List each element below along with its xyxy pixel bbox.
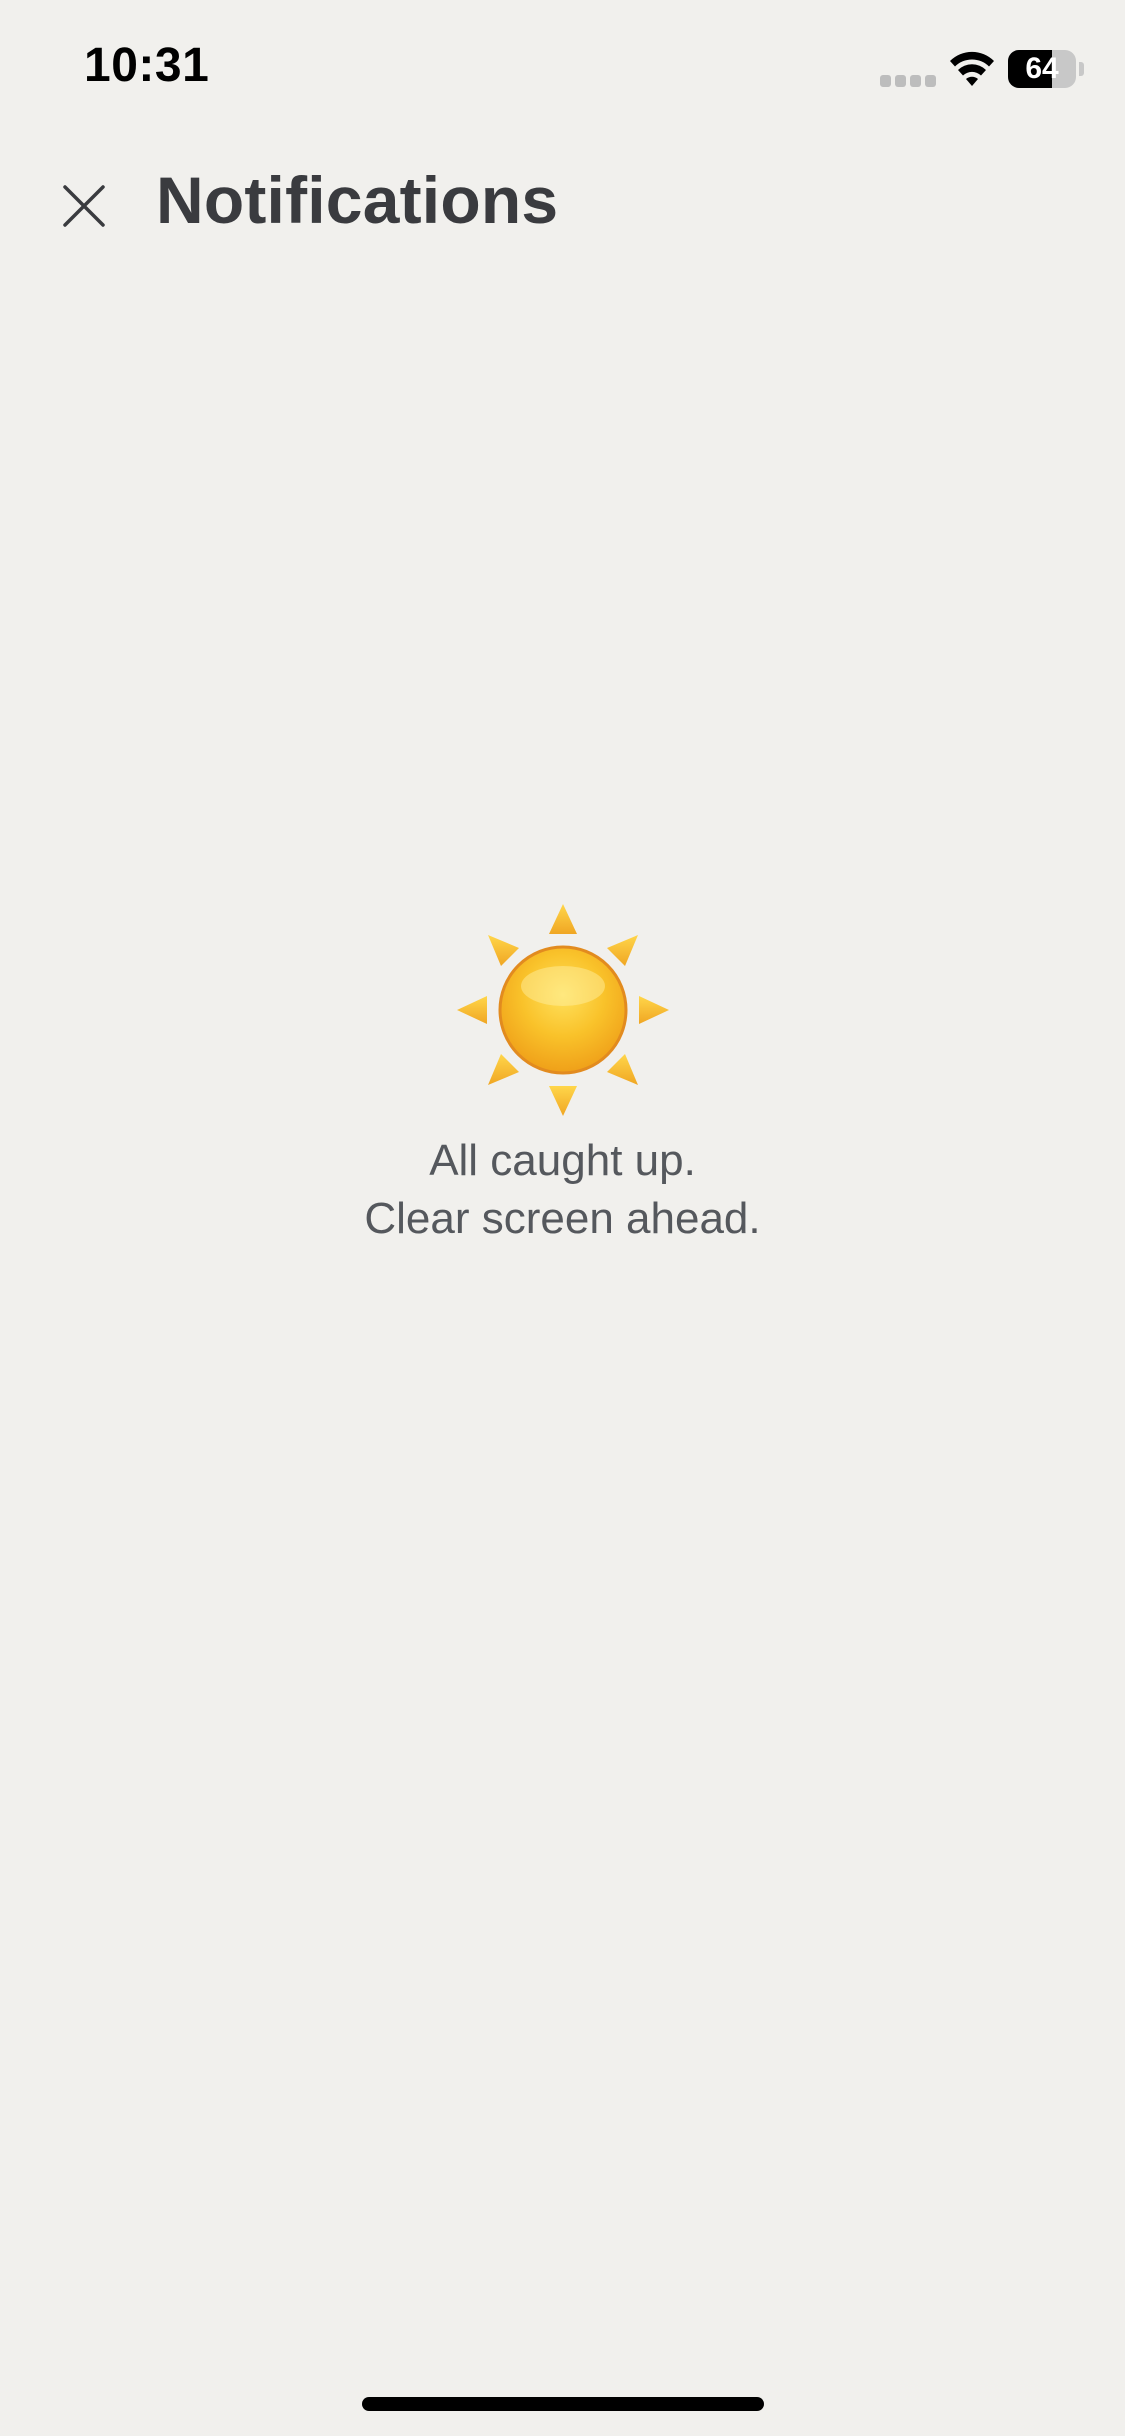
status-bar: 10:31 64 [0, 0, 1125, 140]
status-time: 10:31 [84, 39, 210, 92]
header: Notifications [0, 140, 1125, 270]
empty-state: All caught up. Clear screen ahead. [0, 900, 1125, 1260]
close-button[interactable] [48, 170, 120, 242]
home-indicator[interactable] [362, 2397, 764, 2411]
empty-message: All caught up. Clear screen ahead. [364, 1132, 760, 1248]
battery-body: 64 [1008, 50, 1076, 88]
battery-icon: 64 [1008, 50, 1084, 88]
battery-label: 64 [1025, 52, 1059, 85]
close-icon [63, 185, 105, 227]
empty-message-line-1: All caught up. [429, 1136, 696, 1185]
empty-message-line-2: Clear screen ahead. [364, 1194, 761, 1243]
wifi-icon [950, 51, 994, 86]
battery-tip [1079, 62, 1084, 76]
sun-icon [456, 904, 669, 1116]
page-title: Notifications [156, 163, 559, 237]
signal-icon [880, 75, 936, 87]
